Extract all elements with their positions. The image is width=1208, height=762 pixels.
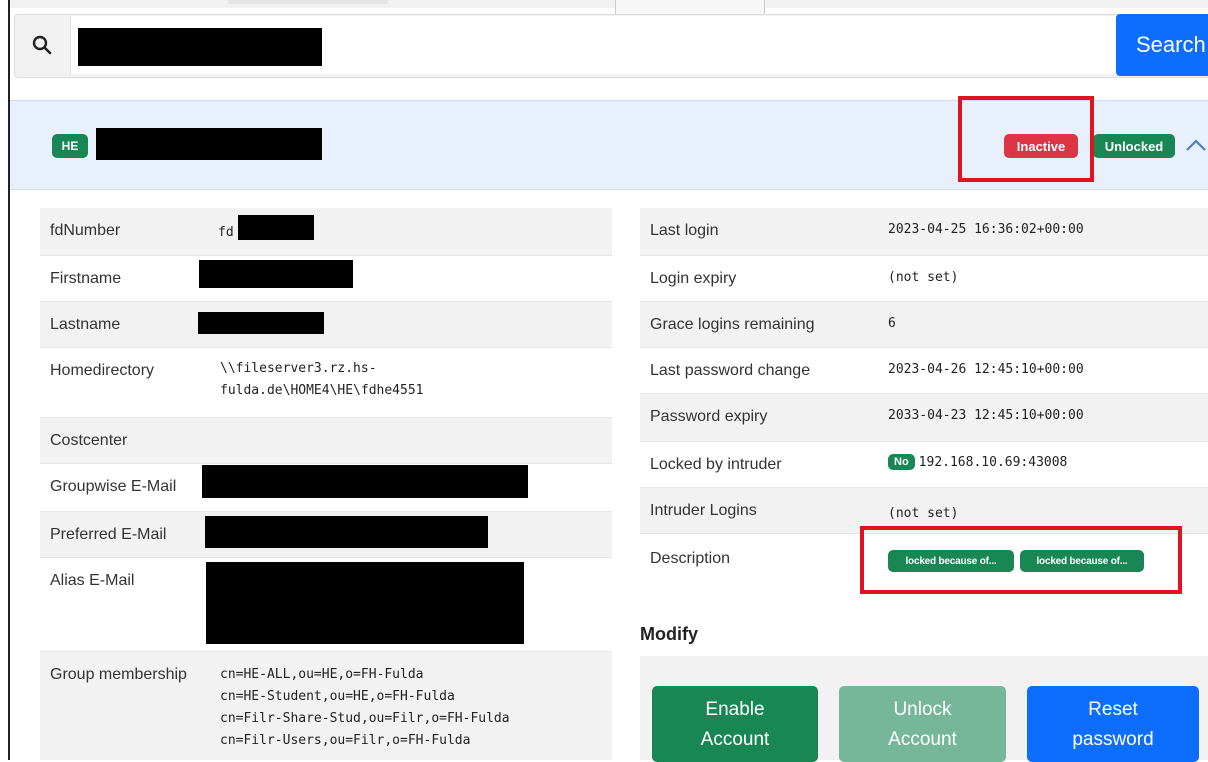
detail-label: Last login: [650, 222, 719, 239]
detail-row-lastname: Lastname: [40, 302, 612, 348]
detail-label: Groupwise E-Mail: [50, 478, 177, 495]
button-line: Reset: [1088, 699, 1138, 720]
redacted-groupwise-email: [202, 465, 528, 498]
detail-label: fdNumber: [50, 222, 121, 239]
detail-row-homedirectory: Homedirectory \\fileserver3.rz.hs- fulda…: [40, 348, 612, 418]
top-tab-fragment: [228, 0, 388, 4]
detail-row-locked-by-intruder: Locked by intruder No 192.168.10.69:43008: [640, 442, 1208, 488]
detail-row-grace-logins: Grace logins remaining 6: [640, 302, 1208, 348]
detail-value: fd: [218, 225, 234, 240]
homedirectory-line: fulda.de\HOME4\HE\fdhe4551: [220, 383, 424, 398]
homedirectory-line: \\fileserver3.rz.hs-: [220, 361, 377, 376]
detail-value: (not set): [888, 506, 959, 521]
redacted-fdnumber: [238, 215, 314, 240]
detail-label: Lastname: [50, 316, 121, 333]
detail-value: 2023-04-26 12:45:10+00:00: [888, 362, 1084, 377]
detail-value: 6: [888, 316, 896, 331]
group-badge: HE: [52, 134, 88, 158]
group-line: cn=HE-ALL,ou=HE,o=FH-Fulda: [220, 667, 424, 682]
detail-label: Group membership: [50, 666, 187, 683]
detail-value: 2033-04-23 12:45:10+00:00: [888, 408, 1084, 423]
group-line: cn=Filr-Share-Stud,ou=Filr,o=FH-Fulda: [220, 711, 510, 726]
reset-password-button[interactable]: Reset password: [1027, 686, 1199, 762]
modify-title: Modify: [640, 624, 698, 644]
detail-label: Last password change: [650, 362, 811, 379]
redacted-firstname: [199, 260, 353, 288]
unlock-account-button[interactable]: Unlock Account: [839, 686, 1006, 762]
chevron-up-icon[interactable]: [1184, 130, 1208, 160]
search-icon: [14, 14, 70, 76]
detail-label: Preferred E-Mail: [50, 526, 167, 543]
detail-label: Login expiry: [650, 270, 737, 287]
intruder-address: 192.168.10.69:43008: [918, 455, 1068, 470]
detail-value: 2023-04-25 16:36:02+00:00: [888, 222, 1084, 237]
detail-row-login-expiry: Login expiry (not set): [640, 256, 1208, 302]
redacted-lastname: [198, 312, 324, 334]
highlight-box-status: [958, 96, 1094, 182]
detail-label: Firstname: [50, 270, 122, 287]
group-line: cn=Filr-Users,ou=Filr,o=FH-Fulda: [220, 733, 471, 748]
detail-label: Alias E-Mail: [50, 572, 135, 589]
detail-label: Costcenter: [50, 432, 128, 449]
detail-label: Description: [650, 550, 731, 567]
button-line: Account: [888, 729, 957, 750]
detail-label: Locked by intruder: [650, 456, 782, 473]
top-strip: [10, 0, 1208, 8]
detail-row-last-password-change: Last password change 2023-04-26 12:45:10…: [640, 348, 1208, 394]
detail-label: Homedirectory: [50, 362, 155, 379]
enable-account-button[interactable]: Enable Account: [652, 686, 818, 762]
detail-row-group-membership: Group membership cn=HE-ALL,ou=HE,o=FH-Fu…: [40, 652, 612, 760]
redacted-alias-email: [206, 562, 524, 644]
search-button[interactable]: Search: [1116, 14, 1208, 76]
detail-label: Intruder Logins: [650, 502, 757, 519]
detail-row-last-login: Last login 2023-04-25 16:36:02+00:00: [640, 208, 1208, 256]
highlight-box-description: [860, 526, 1182, 594]
detail-row-password-expiry: Password expiry 2033-04-23 12:45:10+00:0…: [640, 394, 1208, 442]
detail-value: \\fileserver3.rz.hs- fulda.de\HOME4\HE\f…: [220, 358, 424, 402]
detail-value: (not set): [888, 270, 959, 285]
button-line: Unlock: [893, 699, 952, 720]
window-left-border: [0, 0, 10, 760]
redacted-account-name: [96, 128, 322, 160]
detail-value: No 192.168.10.69:43008: [888, 454, 1067, 470]
redacted-preferred-email: [205, 516, 488, 548]
top-tab[interactable]: [615, 0, 765, 15]
detail-row-costcenter: Costcenter: [40, 418, 612, 464]
detail-value: cn=HE-ALL,ou=HE,o=FH-Fulda cn=HE-Student…: [220, 664, 510, 752]
detail-label: Grace logins remaining: [650, 316, 815, 333]
button-line: Account: [700, 729, 770, 750]
redacted-search-query: [78, 28, 322, 66]
group-line: cn=HE-Student,ou=HE,o=FH-Fulda: [220, 689, 455, 704]
button-line: Enable: [705, 699, 765, 720]
no-badge: No: [888, 454, 915, 470]
button-line: password: [1072, 729, 1154, 750]
status-badge-unlocked: Unlocked: [1093, 134, 1175, 158]
detail-row-fdnumber: fdNumber fd: [40, 208, 612, 256]
detail-label: Password expiry: [650, 408, 768, 425]
